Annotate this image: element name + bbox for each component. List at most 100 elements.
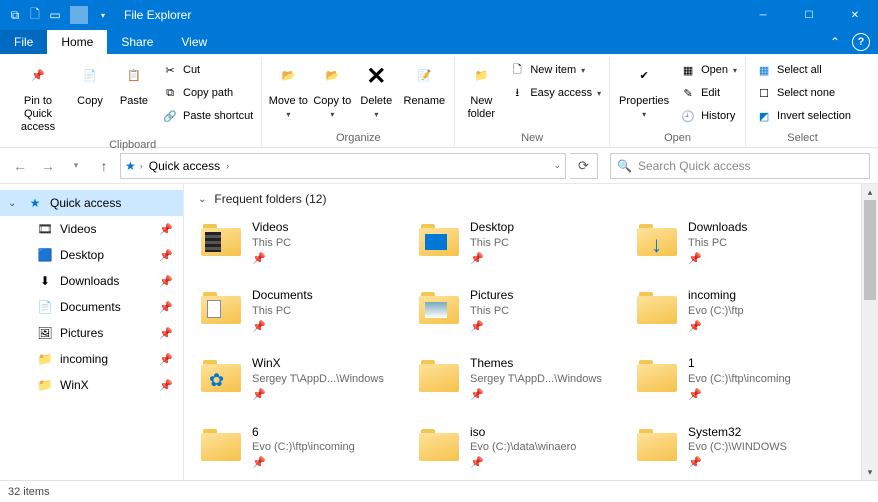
tree-item[interactable]: 🟦Desktop📌 (0, 242, 183, 268)
folder-icon: ⬇ (36, 274, 54, 288)
up-button[interactable]: ↑ (92, 154, 116, 178)
address-bar-row: ← → ▾ ↑ ★ › Quick access › ⌄ ⟳ 🔍 Search … (0, 148, 878, 184)
scroll-thumb[interactable] (864, 200, 876, 300)
tree-item[interactable]: ⬇Downloads📌 (0, 268, 183, 294)
pin-icon: 📌 (252, 456, 355, 470)
delete-button[interactable]: ✕Delete▾ (354, 59, 398, 123)
maximize-button[interactable]: ☐ (786, 0, 832, 30)
pin-icon: 📌 (159, 223, 173, 236)
new-folder-button[interactable]: 📁New folder (459, 59, 503, 123)
select-all-button[interactable]: ▦Select all (752, 59, 855, 81)
easy-access-button[interactable]: ⭳Easy access ▾ (505, 82, 605, 104)
paste-shortcut-button[interactable]: 🔗Paste shortcut (158, 105, 257, 127)
folder-name: Themes (470, 356, 602, 372)
select-label: Select (750, 130, 855, 147)
folder-location: This PC (688, 236, 747, 250)
move-to-button[interactable]: 📂Move to ▾ (266, 59, 310, 123)
folder-item[interactable]: VideosThis PC📌 (198, 216, 416, 268)
close-button[interactable]: ✕ (832, 0, 878, 30)
pin-icon: 📌 (159, 353, 173, 366)
status-bar: 32 items (0, 480, 878, 502)
pin-icon: 📌 (252, 252, 291, 266)
open-button[interactable]: ▦Open ▾ (676, 59, 741, 81)
folder-item[interactable]: ThemesSergey T\AppD...\Windows📌 (416, 352, 634, 404)
folder-name: incoming (688, 288, 744, 304)
qat-props-icon[interactable]: ▭ (46, 6, 64, 24)
properties-button[interactable]: ✔Properties ▾ (614, 59, 674, 123)
navigation-pane: ⌄ ★ Quick access 🎞Videos📌🟦Desktop📌⬇Downl… (0, 184, 184, 480)
folder-item[interactable]: DocumentsThis PC📌 (198, 284, 416, 336)
tree-item[interactable]: 📄Documents📌 (0, 294, 183, 320)
copy-button[interactable]: 📄Copy (68, 59, 112, 110)
tab-home[interactable]: Home (47, 30, 107, 54)
folder-location: This PC (470, 304, 513, 318)
pin-icon: 📌 (252, 320, 313, 334)
history-button[interactable]: 🕘History (676, 105, 741, 127)
folder-location: Evo (C:)\ftp (688, 304, 744, 318)
minimize-button[interactable]: ─ (740, 0, 786, 30)
folder-item[interactable]: ✿WinXSergey T\AppD...\Windows📌 (198, 352, 416, 404)
breadcrumb-quickaccess[interactable]: Quick access (147, 159, 222, 173)
new-item-button[interactable]: 🗋New item ▾ (505, 59, 605, 81)
folder-item[interactable]: ↓DownloadsThis PC📌 (634, 216, 852, 268)
tab-file[interactable]: File (0, 30, 47, 54)
address-dropdown-icon[interactable]: ⌄ (553, 160, 561, 171)
tree-item[interactable]: 🖼Pictures📌 (0, 320, 183, 346)
pin-icon: 📌 (159, 249, 173, 262)
pin-icon: 📌 (470, 456, 576, 470)
copy-to-button[interactable]: 📂Copy to ▾ (310, 59, 354, 123)
pin-icon: 📌 (159, 301, 173, 314)
pin-icon: 📌 (470, 252, 514, 266)
tab-view[interactable]: View (167, 30, 221, 54)
frequent-folders-header[interactable]: ⌄ Frequent folders (12) (198, 192, 861, 206)
scrollbar[interactable]: ▴ ▾ (861, 184, 878, 480)
select-none-button[interactable]: ☐Select none (752, 82, 855, 104)
qat-new-icon[interactable]: 🗋 (26, 6, 44, 24)
quickaccess-icon: ★ (125, 159, 136, 173)
tab-share[interactable]: Share (107, 30, 167, 54)
pin-to-quickaccess-button[interactable]: 📌Pin to Quick access (8, 59, 68, 137)
ribbon: 📌Pin to Quick access 📄Copy 📋Paste ✂Cut ⧉… (0, 54, 878, 148)
back-button[interactable]: ← (8, 154, 32, 178)
folder-item[interactable]: incomingEvo (C:)\ftp📌 (634, 284, 852, 336)
paste-button[interactable]: 📋Paste (112, 59, 156, 110)
invert-selection-button[interactable]: ◩Invert selection (752, 105, 855, 127)
tree-quick-access[interactable]: ⌄ ★ Quick access (0, 190, 183, 216)
scroll-down-icon[interactable]: ▾ (862, 464, 878, 480)
folder-location: Evo (C:)\ftp\incoming (252, 440, 355, 454)
scroll-up-icon[interactable]: ▴ (862, 184, 878, 200)
tree-item[interactable]: 📁WinX📌 (0, 372, 183, 398)
folder-item[interactable]: DesktopThis PC 📌 (416, 216, 634, 268)
search-box[interactable]: 🔍 Search Quick access (610, 153, 870, 179)
pin-icon: 📌 (688, 388, 791, 402)
folder-item[interactable]: System32Evo (C:)\WINDOWS📌 (634, 421, 852, 473)
pin-icon: 📌 (470, 320, 513, 334)
folder-item[interactable]: PicturesThis PC📌 (416, 284, 634, 336)
tree-item[interactable]: 📁incoming📌 (0, 346, 183, 372)
cut-button[interactable]: ✂Cut (158, 59, 257, 81)
folder-item[interactable]: 1Evo (C:)\ftp\incoming📌 (634, 352, 852, 404)
address-bar[interactable]: ★ › Quick access › ⌄ (120, 153, 566, 179)
folder-location: This PC (470, 236, 514, 250)
chevron-down-icon[interactable]: ⌄ (198, 194, 206, 205)
chevron-down-icon[interactable]: ⌄ (8, 198, 20, 209)
collapse-ribbon-icon[interactable]: ⌃ (822, 30, 848, 54)
folder-location: Sergey T\AppD...\Windows (252, 372, 384, 386)
tree-item[interactable]: 🎞Videos📌 (0, 216, 183, 242)
folder-item[interactable]: isoEvo (C:)\data\winaero📌 (416, 421, 634, 473)
help-icon[interactable]: ? (852, 33, 870, 51)
recent-dropdown[interactable]: ▾ (64, 154, 88, 178)
refresh-button[interactable]: ⟳ (570, 153, 598, 179)
folder-location: This PC (252, 304, 313, 318)
folder-icon: 🎞 (36, 222, 54, 236)
rename-button[interactable]: 📝Rename (398, 59, 450, 110)
edit-button[interactable]: ✎Edit (676, 82, 741, 104)
folder-icon: 🖼 (36, 326, 54, 340)
folder-location: This PC (252, 236, 291, 250)
qat-dropdown-icon[interactable]: ▾ (94, 6, 112, 24)
folder-icon: 📁 (36, 352, 54, 366)
folder-item[interactable]: 6Evo (C:)\ftp\incoming📌 (198, 421, 416, 473)
forward-button[interactable]: → (36, 154, 60, 178)
copy-path-button[interactable]: ⧉Copy path (158, 82, 257, 104)
folder-name: Desktop (470, 220, 514, 236)
